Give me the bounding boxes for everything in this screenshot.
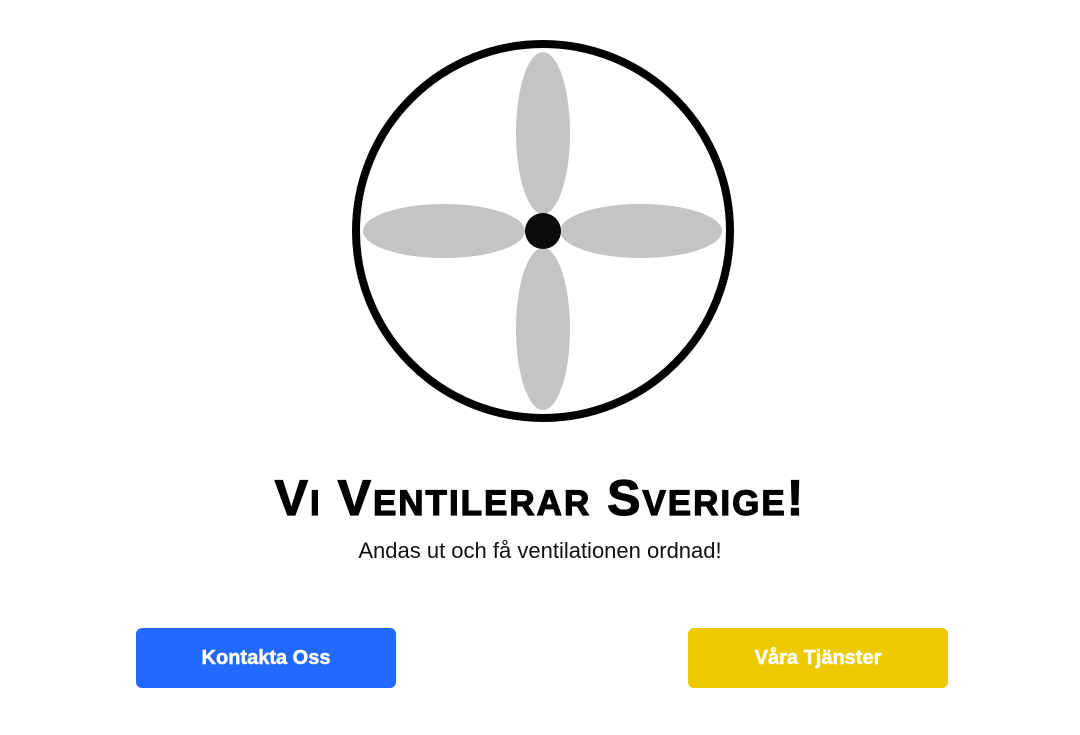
services-button[interactable]: Våra Tjänster [688, 628, 948, 688]
fan-hub [525, 213, 561, 249]
contact-button-label: Kontakta Oss [201, 646, 331, 669]
page-subtitle: Andas ut och få ventilationen ordnad! [358, 538, 722, 563]
fan-icon [352, 40, 734, 422]
fan-blade-bottom [516, 248, 570, 410]
contact-button[interactable]: Kontakta Oss [136, 628, 396, 688]
fan-blade-left [363, 204, 525, 258]
fan-blade-right [560, 204, 722, 258]
page-title: Vi Ventilerar Sverige! [274, 469, 806, 526]
fan-blade-top [516, 52, 570, 214]
services-button-label: Våra Tjänster [754, 646, 882, 669]
